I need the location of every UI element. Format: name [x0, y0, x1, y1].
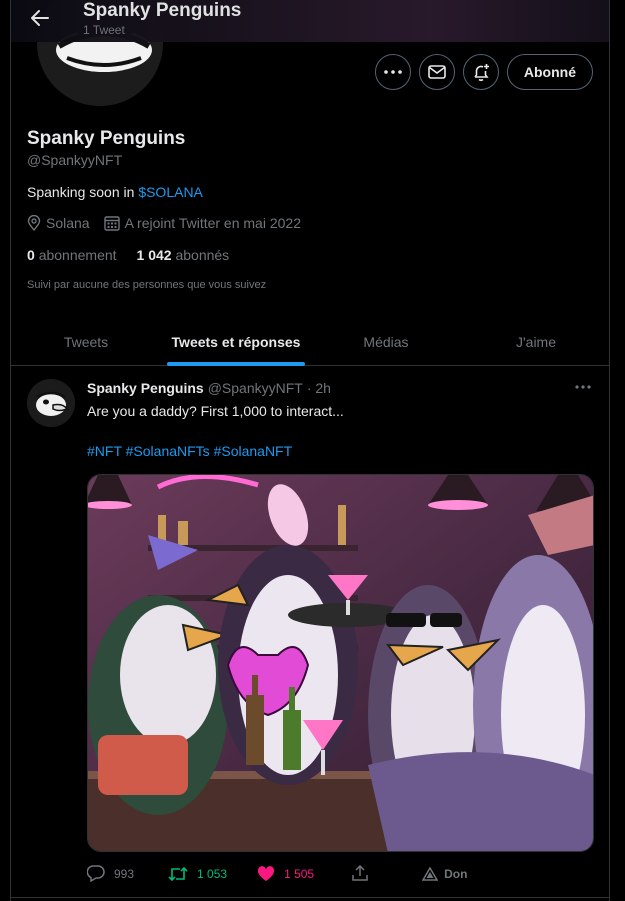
like-count: 1 505 [284, 866, 315, 881]
bio-text: Spanking soon in [27, 184, 139, 200]
followers-label: abonnés [175, 247, 230, 263]
location-text: Solana [46, 215, 90, 231]
more-icon [575, 385, 591, 389]
tab-likes[interactable]: J'aime [461, 318, 609, 365]
profile-tabs: Tweets Tweets et réponses Médias J'aime [11, 318, 609, 366]
retweet-count: 1 053 [197, 866, 228, 881]
header-title: Spanky Penguins [83, 0, 242, 21]
calendar-icon [103, 216, 120, 231]
tweet-actions: 993 1 053 1 505 Don [87, 865, 527, 882]
following-label: abonnement [38, 247, 117, 263]
tab-tweets[interactable]: Tweets [11, 318, 161, 365]
more-button[interactable] [374, 54, 411, 90]
share-icon [352, 865, 368, 881]
profile-handle: @SpankyyNFT [27, 152, 123, 168]
retweet-button[interactable]: 1 053 [168, 866, 227, 882]
tip-label: Don [444, 866, 468, 881]
tweet[interactable]: Spanky Penguins @SpankyyNFT · 2h Are you… [11, 367, 609, 901]
location-icon [27, 215, 41, 231]
following-count: 0 [27, 247, 35, 263]
following-link[interactable]: 0 abonnement [27, 247, 117, 263]
profile-bio: Spanking soon in $SOLANA [27, 184, 203, 200]
reply-button[interactable]: 993 [87, 865, 134, 882]
profile-name: Spanky Penguins [27, 128, 186, 149]
tweet-time[interactable]: · 2h [307, 380, 331, 396]
header-tweet-count: 1 Tweet [83, 23, 125, 37]
tweet-avatar[interactable] [27, 379, 75, 427]
tweet-image[interactable] [87, 474, 594, 852]
tip-button[interactable]: Don [422, 866, 468, 881]
bio-cashtag-link[interactable]: $SOLANA [138, 184, 203, 200]
heart-icon [257, 865, 275, 881]
reply-icon [87, 865, 105, 882]
share-button[interactable] [352, 865, 368, 882]
mail-icon [428, 65, 446, 79]
message-button[interactable] [418, 54, 455, 90]
more-icon [384, 70, 402, 74]
joined-text: A rejoint Twitter en mai 2022 [124, 215, 301, 231]
profile-meta: Solana A rejoint Twitter en mai 2022 [27, 215, 311, 231]
back-button[interactable] [25, 4, 55, 32]
penguin-avatar-image [27, 379, 75, 427]
location-item: Solana [27, 215, 90, 231]
tweet-hashtags[interactable]: #NFT #SolanaNFTs #SolanaNFT [87, 443, 292, 459]
tip-icon [422, 866, 439, 881]
followers-count: 1 042 [136, 247, 172, 263]
profile-actions: Abonné [374, 54, 593, 90]
tweet-divider [11, 897, 609, 898]
tweet-text: Are you a daddy? First 1,000 to interact… [87, 403, 344, 419]
tweet-more-button[interactable] [569, 377, 597, 397]
profile-page: Spanky Penguins 1 Tweet Abonné Spanky Pe… [10, 0, 610, 901]
joined-item: A rejoint Twitter en mai 2022 [103, 215, 301, 231]
like-button[interactable]: 1 505 [257, 865, 315, 882]
penguins-bar-illustration [88, 475, 593, 851]
tab-media[interactable]: Médias [311, 318, 461, 365]
follow-counts: 0 abonnement 1 042 abonnés [27, 247, 229, 263]
notification-bell-icon [474, 64, 489, 82]
top-header: Spanky Penguins 1 Tweet [11, 0, 609, 42]
reply-count: 993 [114, 866, 135, 881]
followers-link[interactable]: 1 042 abonnés [137, 247, 230, 263]
retweet-icon [168, 866, 188, 881]
tweet-author-name[interactable]: Spanky Penguins [87, 380, 204, 396]
tweet-author-handle[interactable]: @SpankyyNFT [208, 380, 303, 396]
notify-button[interactable] [462, 54, 499, 90]
following-button[interactable]: Abonné [506, 54, 593, 90]
tweet-header: Spanky Penguins @SpankyyNFT · 2h [87, 380, 331, 396]
back-arrow-icon [31, 10, 49, 26]
tab-tweets-replies[interactable]: Tweets et réponses [161, 318, 311, 365]
followed-by-text: Suivi par aucune des personnes que vous … [27, 279, 267, 291]
